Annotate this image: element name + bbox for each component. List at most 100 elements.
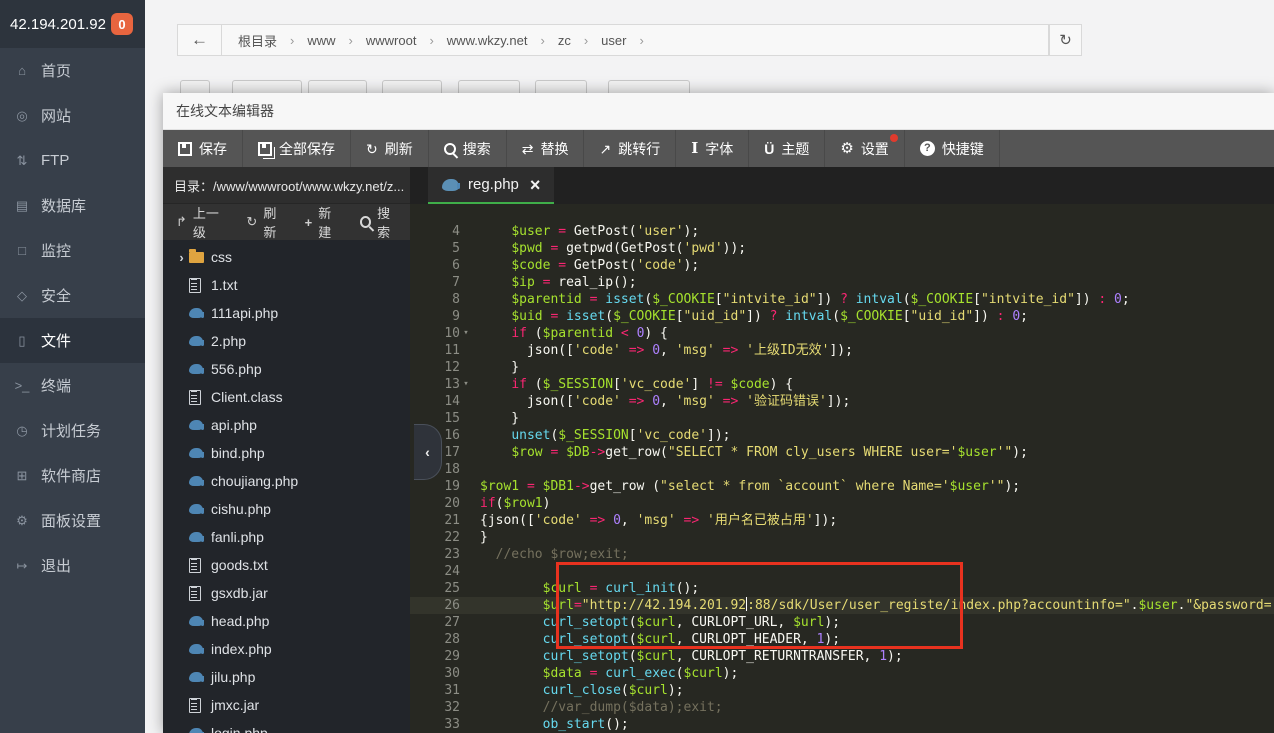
line-number[interactable]: 13	[410, 376, 460, 393]
breadcrumb-item[interactable]: 根目录	[238, 31, 277, 50]
notification-badge[interactable]: 0	[111, 13, 133, 35]
line-number[interactable]: 7	[410, 274, 460, 291]
breadcrumb-item[interactable]: www.wkzy.net	[447, 33, 528, 48]
goto-line-button[interactable]: ↗跳转行	[584, 130, 676, 167]
code-line[interactable]: 5 $pwd = getpwd(GetPost('pwd'));	[410, 240, 1274, 257]
line-number[interactable]: 14	[410, 393, 460, 410]
breadcrumb-item[interactable]: wwwroot	[366, 33, 417, 48]
sidebar-item-monitor[interactable]: □监控	[0, 228, 145, 273]
line-number[interactable]: 25	[410, 580, 460, 597]
line-number[interactable]: 24	[410, 563, 460, 580]
code-line[interactable]: 24	[410, 563, 1274, 580]
refresh-button[interactable]: ↻刷新	[351, 130, 429, 167]
code-line[interactable]: 22}	[410, 529, 1274, 546]
code-line[interactable]: 17 $row = $DB->get_row("SELECT * FROM cl…	[410, 444, 1274, 461]
file-row[interactable]: api.php	[163, 411, 410, 439]
sidebar-item-file[interactable]: ▯文件	[0, 318, 145, 363]
file-row[interactable]: 2.php	[163, 327, 410, 355]
file-row[interactable]: 556.php	[163, 355, 410, 383]
file-row[interactable]: 111api.php	[163, 299, 410, 327]
code-line[interactable]: 29 curl_setopt($curl, CURLOPT_RETURNTRAN…	[410, 648, 1274, 665]
code-editor[interactable]: 4 $user = GetPost('user');5 $pwd = getpw…	[410, 204, 1274, 733]
code-line[interactable]: 21{json(['code' => 0, 'msg' => '用户名已被占用'…	[410, 512, 1274, 529]
line-number[interactable]: 19	[410, 478, 460, 495]
sidebar-item-database[interactable]: ▤数据库	[0, 183, 145, 228]
line-number[interactable]: 10	[410, 325, 460, 342]
file-row[interactable]: ›css	[163, 243, 410, 271]
up-level-button[interactable]: ↱上一级	[163, 203, 237, 241]
code-line[interactable]: 18	[410, 461, 1274, 478]
fold-marker-icon[interactable]: ▾	[460, 376, 472, 393]
code-line[interactable]: 14 json(['code' => 0, 'msg' => '验证码错误'])…	[410, 393, 1274, 410]
code-line[interactable]: 12 }	[410, 359, 1274, 376]
line-number[interactable]: 30	[410, 665, 460, 682]
line-number[interactable]: 11	[410, 342, 460, 359]
line-number[interactable]: 31	[410, 682, 460, 699]
save-all-button[interactable]: 全部保存	[243, 130, 351, 167]
code-line[interactable]: 33 ob_start();	[410, 716, 1274, 733]
code-line[interactable]: 10▾ if ($parentid < 0) {	[410, 325, 1274, 342]
line-number[interactable]: 21	[410, 512, 460, 529]
code-line[interactable]: 13▾ if ($_SESSION['vc_code'] != $code) {	[410, 376, 1274, 393]
sidebar-item-ftp[interactable]: ⇅FTP	[0, 138, 145, 183]
file-row[interactable]: fanli.php	[163, 523, 410, 551]
refresh-button[interactable]: ↻刷新	[237, 203, 295, 241]
sidebar-item-home[interactable]: ⌂首页	[0, 48, 145, 93]
line-number[interactable]: 28	[410, 631, 460, 648]
plus-button[interactable]: +新建	[296, 203, 351, 241]
search-button[interactable]: 搜索	[429, 130, 507, 167]
file-row[interactable]: head.php	[163, 607, 410, 635]
code-line[interactable]: 20if($row1)	[410, 495, 1274, 512]
code-line[interactable]: 31 curl_close($curl);	[410, 682, 1274, 699]
line-number[interactable]: 6	[410, 257, 460, 274]
file-row[interactable]: jmxc.jar	[163, 691, 410, 719]
sidebar-item-store[interactable]: ⊞软件商店	[0, 453, 145, 498]
theme-button[interactable]: Ü主题	[749, 130, 825, 167]
help-button[interactable]: ?快捷键	[905, 130, 1000, 167]
line-number[interactable]: 23	[410, 546, 460, 563]
line-number[interactable]: 12	[410, 359, 460, 376]
close-icon[interactable]: ×	[530, 176, 541, 194]
font-button[interactable]: I字体	[676, 130, 749, 167]
file-row[interactable]: gsxdb.jar	[163, 579, 410, 607]
sidebar-item-shield[interactable]: ◇安全	[0, 273, 145, 318]
file-row[interactable]: goods.txt	[163, 551, 410, 579]
file-row[interactable]: jilu.php	[163, 663, 410, 691]
tab-reg-php[interactable]: reg.php ×	[428, 167, 554, 204]
file-row[interactable]: login.php	[163, 719, 410, 733]
code-line[interactable]: 28 curl_setopt($curl, CURLOPT_HEADER, 1)…	[410, 631, 1274, 648]
line-number[interactable]: 27	[410, 614, 460, 631]
collapse-panel-handle[interactable]: ‹	[414, 424, 442, 480]
code-line[interactable]: 26 $url="http://42.194.201.92:88/sdk/Use…	[410, 597, 1274, 614]
line-number[interactable]: 8	[410, 291, 460, 308]
code-line[interactable]: 11 json(['code' => 0, 'msg' => '上级ID无效']…	[410, 342, 1274, 359]
code-line[interactable]: 9 $uid = isset($_COOKIE["uid_id"]) ? int…	[410, 308, 1274, 325]
file-row[interactable]: index.php	[163, 635, 410, 663]
code-line[interactable]: 4 $user = GetPost('user');	[410, 223, 1274, 240]
path-refresh-button[interactable]: ↻	[1049, 24, 1082, 56]
file-row[interactable]: 1.txt	[163, 271, 410, 299]
line-number[interactable]: 4	[410, 223, 460, 240]
code-line[interactable]: 6 $code = GetPost('code');	[410, 257, 1274, 274]
search-button[interactable]: 搜索	[351, 203, 410, 241]
replace-button[interactable]: ⇄替换	[507, 130, 585, 167]
file-row[interactable]: cishu.php	[163, 495, 410, 523]
code-line[interactable]: 25 $curl = curl_init();	[410, 580, 1274, 597]
fold-marker-icon[interactable]: ▾	[460, 325, 472, 342]
code-line[interactable]: 30 $data = curl_exec($curl);	[410, 665, 1274, 682]
code-line[interactable]: 8 $parentid = isset($_COOKIE["intvite_id…	[410, 291, 1274, 308]
sidebar-item-globe[interactable]: ◎网站	[0, 93, 145, 138]
sidebar-item-logout[interactable]: ↦退出	[0, 543, 145, 588]
code-line[interactable]: 23 //echo $row;exit;	[410, 546, 1274, 563]
gear-button[interactable]: ⚙设置	[825, 130, 904, 167]
line-number[interactable]: 20	[410, 495, 460, 512]
line-number[interactable]: 33	[410, 716, 460, 733]
sidebar-item-terminal[interactable]: >_终端	[0, 363, 145, 408]
back-button[interactable]: ←	[178, 25, 222, 55]
code-line[interactable]: 7 $ip = real_ip();	[410, 274, 1274, 291]
breadcrumb-item[interactable]: user	[601, 33, 626, 48]
file-row[interactable]: Client.class	[163, 383, 410, 411]
line-number[interactable]: 29	[410, 648, 460, 665]
line-number[interactable]: 22	[410, 529, 460, 546]
chevron-expand-icon[interactable]: ›	[174, 250, 189, 265]
